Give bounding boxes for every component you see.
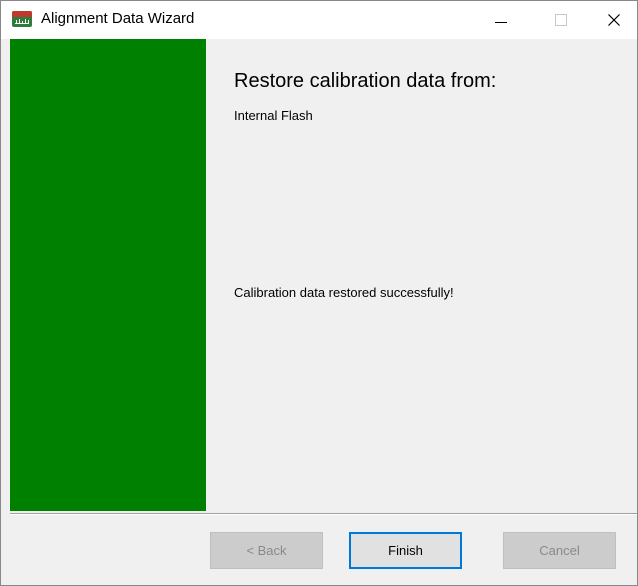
back-button[interactable]: < Back: [210, 532, 323, 569]
title-bar[interactable]: Alignment Data Wizard: [1, 1, 637, 39]
maximize-icon: [555, 14, 567, 26]
minimize-button[interactable]: [478, 1, 524, 39]
page-heading: Restore calibration data from:: [234, 70, 497, 92]
button-bar-separator: [10, 513, 637, 515]
restore-source-label: Internal Flash: [234, 108, 313, 123]
close-icon: [608, 14, 620, 26]
status-message: Calibration data restored successfully!: [234, 285, 454, 300]
wizard-window: Alignment Data Wizard Restore calibratio…: [0, 0, 638, 586]
wizard-side-panel: [10, 39, 206, 511]
app-chart-icon: [12, 11, 32, 27]
maximize-button[interactable]: [538, 1, 584, 39]
window-title: Alignment Data Wizard: [41, 10, 195, 27]
cancel-button[interactable]: Cancel: [503, 532, 616, 569]
close-button[interactable]: [591, 1, 637, 39]
finish-button[interactable]: Finish: [349, 532, 462, 569]
minimize-icon: [495, 22, 507, 23]
